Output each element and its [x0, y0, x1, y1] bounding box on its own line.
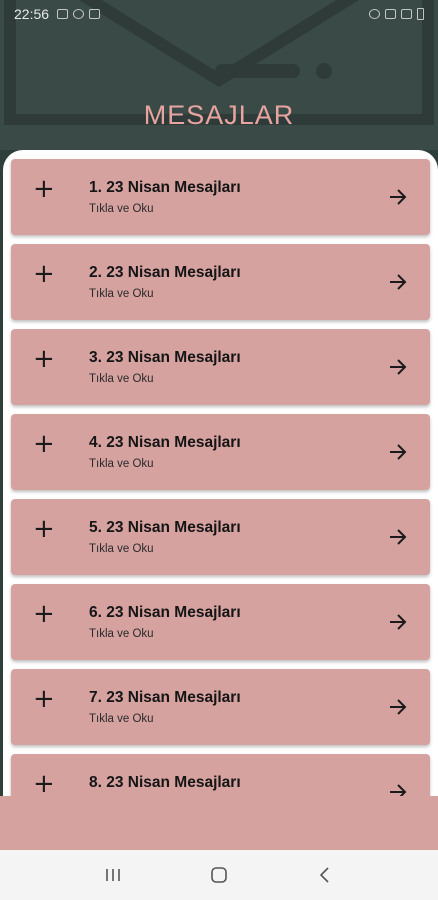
plus-icon: + — [33, 174, 55, 204]
plus-icon: + — [33, 684, 55, 714]
arrow-right-icon — [390, 444, 407, 460]
message-card[interactable]: +2. 23 Nisan Mesajları Tıkla ve Oku — [11, 244, 430, 320]
system-icons — [369, 8, 424, 20]
arrow-right-icon — [390, 274, 407, 290]
recents-button[interactable] — [93, 860, 133, 890]
message-subtitle: Tıkla ve Oku — [89, 713, 154, 725]
message-title: 7. 23 Nisan Mesajları — [89, 689, 241, 706]
plus-icon: + — [33, 599, 55, 629]
notification-icons — [57, 9, 101, 19]
plus-icon: + — [33, 769, 55, 799]
message-title: 2. 23 Nisan Mesajları — [89, 264, 241, 281]
arrow-right-icon — [390, 529, 407, 545]
arrow-right-icon — [390, 359, 407, 375]
battery-icon — [417, 8, 424, 20]
facebook-icon — [73, 9, 85, 19]
arrow-right-icon — [390, 614, 407, 630]
message-title: 6. 23 Nisan Mesajları — [89, 604, 241, 621]
message-list-panel: +1. 23 Nisan Mesajları Tıkla ve Oku +2. 23… — [3, 150, 438, 850]
message-list[interactable]: +1. 23 Nisan Mesajları Tıkla ve Oku +2. 23… — [11, 159, 430, 839]
bottom-banner-area — [0, 796, 438, 850]
message-title: 5. 23 Nisan Mesajları — [89, 519, 241, 536]
plus-icon: + — [33, 259, 55, 289]
alarm-icon — [369, 9, 380, 19]
message-card[interactable]: +6. 23 Nisan Mesajları Tıkla ve Oku — [11, 584, 430, 660]
message-subtitle: Tıkla ve Oku — [89, 458, 154, 470]
page-title: MESAJLAR — [143, 100, 295, 130]
message-card[interactable]: +1. 23 Nisan Mesajları Tıkla ve Oku — [11, 159, 430, 235]
data-icon — [385, 9, 396, 19]
system-navigation-bar — [0, 850, 438, 900]
message-subtitle: Tıkla ve Oku — [89, 543, 154, 555]
home-button[interactable] — [199, 860, 239, 890]
arrow-right-icon — [390, 189, 407, 205]
back-button[interactable] — [305, 860, 345, 890]
status-bar: 22:56 — [0, 0, 438, 28]
plus-icon: + — [33, 429, 55, 459]
gallery-icon — [57, 9, 69, 19]
arrow-right-icon — [390, 699, 407, 715]
message-subtitle: Tıkla ve Oku — [89, 373, 154, 385]
home-icon — [211, 867, 227, 883]
message-title: 3. 23 Nisan Mesajları — [89, 349, 241, 366]
message-subtitle: Tıkla ve Oku — [89, 628, 154, 640]
recents-icon — [106, 869, 120, 881]
back-icon — [319, 867, 329, 883]
message-title: 1. 23 Nisan Mesajları — [89, 179, 241, 196]
plus-icon: + — [33, 514, 55, 544]
message-subtitle: Tıkla ve Oku — [89, 203, 154, 215]
plus-icon: + — [33, 344, 55, 374]
message-card[interactable]: +4. 23 Nisan Mesajları Tıkla ve Oku — [11, 414, 430, 490]
message-subtitle: Tıkla ve Oku — [89, 288, 154, 300]
message-card[interactable]: +7. 23 Nisan Mesajları Tıkla ve Oku — [11, 669, 430, 745]
signal-icon — [401, 9, 412, 19]
message-card[interactable]: +5. 23 Nisan Mesajları Tıkla ve Oku — [11, 499, 430, 575]
mail-icon — [89, 9, 101, 19]
status-time: 22:56 — [14, 6, 50, 22]
message-title: 8. 23 Nisan Mesajları — [89, 774, 241, 791]
message-title: 4. 23 Nisan Mesajları — [89, 434, 241, 451]
message-card[interactable]: +3. 23 Nisan Mesajları Tıkla ve Oku — [11, 329, 430, 405]
